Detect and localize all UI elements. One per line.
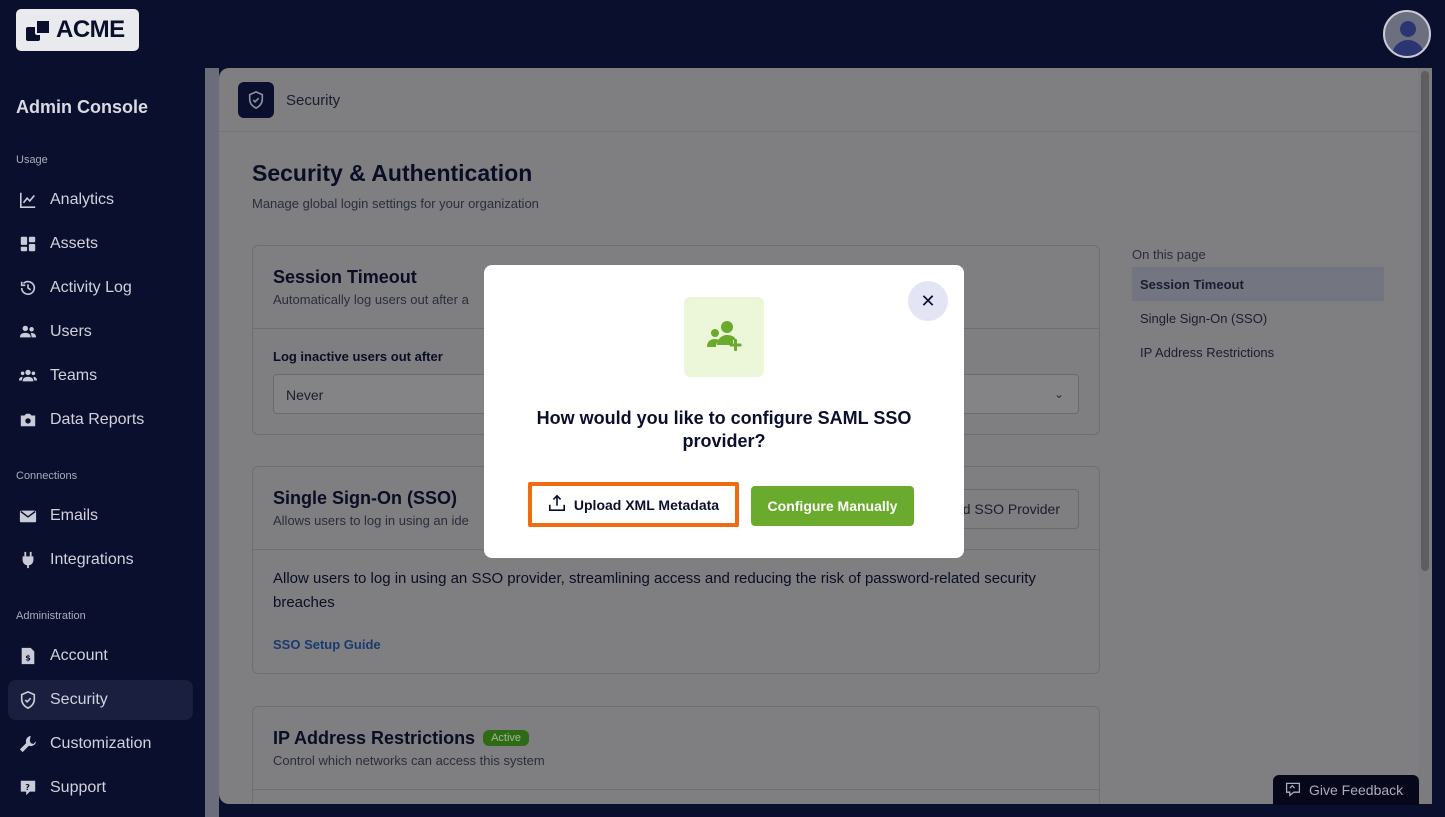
give-feedback-button[interactable]: Give Feedback <box>1273 775 1419 805</box>
field-label: Log inactive users out after <box>273 349 443 364</box>
toc-item-ip-restrictions[interactable]: IP Address Restrictions <box>1132 335 1384 369</box>
user-avatar[interactable] <box>1383 10 1431 58</box>
sidebar-item-activity-log[interactable]: Activity Log <box>8 268 193 308</box>
sidebar-item-security[interactable]: Security <box>8 680 193 720</box>
feedback-icon <box>1285 781 1301 800</box>
sidebar-item-label: Support <box>50 779 107 796</box>
sidebar-item-emails[interactable]: Emails <box>8 496 193 536</box>
close-icon: ✕ <box>920 290 936 311</box>
sidebar-item-label: Customization <box>50 735 152 752</box>
upload-icon <box>548 494 566 515</box>
header-title: Security <box>286 92 341 109</box>
sidebar-item-label: Account <box>50 647 108 664</box>
status-badge: Active <box>483 730 530 746</box>
card-description: Control which networks can access this s… <box>273 753 545 768</box>
card-description: Automatically log users out after a <box>273 292 469 307</box>
chevron-down-icon: ⌄ <box>1053 387 1064 401</box>
plug-icon <box>18 550 38 570</box>
camera-report-icon <box>18 410 38 430</box>
toc-item-session-timeout[interactable]: Session Timeout <box>1132 267 1384 301</box>
team-icon <box>18 366 38 386</box>
acme-logo[interactable]: ACME <box>16 9 139 51</box>
add-user-icon <box>684 297 764 377</box>
upload-button-label: Upload XML Metadata <box>573 496 720 513</box>
sso-body-text: Allow users to log in using an SSO provi… <box>273 570 1036 611</box>
configure-manually-button[interactable]: Configure Manually <box>751 486 914 526</box>
ip-restrictions-card: IP Address Restrictions Active Control wh… <box>252 706 1100 804</box>
sidebar-item-support[interactable]: ? Support <box>8 768 193 808</box>
toc-label: On this page <box>1132 247 1206 262</box>
section-label-usage: Usage <box>16 154 48 166</box>
card-title: IP Address Restrictions Active <box>273 728 530 749</box>
sidebar-item-label: Activity Log <box>50 279 132 296</box>
sidebar-item-label: Integrations <box>50 551 134 568</box>
sidebar-item-label: Users <box>50 323 92 340</box>
billing-doc-icon: $ <box>18 646 38 666</box>
toc-item-sso[interactable]: Single Sign-On (SSO) <box>1132 301 1384 335</box>
card-title: Session Timeout <box>273 267 417 287</box>
ip-title-text: IP Address Restrictions <box>273 728 476 748</box>
main-scrollbar[interactable] <box>1418 68 1432 804</box>
logo-mark-icon <box>26 17 52 43</box>
sidebar-item-label: Assets <box>50 235 99 252</box>
sidebar-item-integrations[interactable]: Integrations <box>8 540 193 580</box>
svg-text:$: $ <box>25 653 31 663</box>
page-subtitle: Manage global login settings for your or… <box>252 196 539 211</box>
wrench-icon <box>18 734 38 754</box>
sidebar-item-label: Teams <box>50 367 98 384</box>
logo-text: ACME <box>56 16 125 43</box>
shield-icon <box>238 82 274 118</box>
card-title: Single Sign-On (SSO) <box>273 488 457 508</box>
sidebar-item-label: Data Reports <box>50 411 145 428</box>
sidebar: Admin Console Usage Analytics Assets Act… <box>0 68 205 817</box>
help-chat-icon: ? <box>18 778 38 798</box>
sidebar-item-teams[interactable]: Teams <box>8 356 193 396</box>
card-description: Allows users to log in using an ide <box>273 513 469 528</box>
sidebar-title: Admin Console <box>16 97 149 117</box>
sidebar-item-label: Security <box>50 691 108 708</box>
sidebar-item-label: Emails <box>50 507 99 524</box>
sso-setup-guide-link[interactable]: SSO Setup Guide <box>273 637 381 652</box>
grid-icon <box>18 234 38 254</box>
sidebar-item-assets[interactable]: Assets <box>8 224 193 264</box>
sidebar-item-data-reports[interactable]: Data Reports <box>8 400 193 440</box>
svg-text:?: ? <box>25 782 30 792</box>
page-header: Security <box>219 68 1432 132</box>
sidebar-item-users[interactable]: Users <box>8 312 193 352</box>
modal-title: How would you like to configure SAML SSO… <box>536 408 912 451</box>
add-sso-provider-button[interactable]: d SSO Provider <box>955 489 1079 529</box>
users-icon <box>18 322 38 342</box>
feedback-label: Give Feedback <box>1309 782 1404 798</box>
envelope-icon <box>18 506 38 526</box>
select-value: Never <box>286 387 324 403</box>
sidebar-item-account[interactable]: $ Account <box>8 636 193 676</box>
upload-xml-metadata-button[interactable]: Upload XML Metadata <box>528 482 739 527</box>
sidebar-item-customization[interactable]: Customization <box>8 724 193 764</box>
close-button[interactable]: ✕ <box>908 281 948 321</box>
chart-line-icon <box>18 190 38 210</box>
sidebar-item-label: Analytics <box>50 191 115 208</box>
section-label-connections: Connections <box>16 470 78 482</box>
shield-icon <box>18 690 38 710</box>
saml-config-modal: ✕ How would you like to configure SAML S… <box>484 265 964 558</box>
history-icon <box>18 278 38 298</box>
sidebar-item-analytics[interactable]: Analytics <box>8 180 193 220</box>
sidebar-scrollbar[interactable] <box>205 68 219 817</box>
page-title: Security & Authentication <box>252 160 533 186</box>
section-label-administration: Administration <box>16 610 86 622</box>
